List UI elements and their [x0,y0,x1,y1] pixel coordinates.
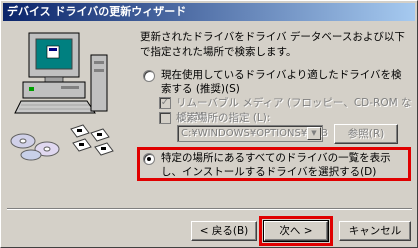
next-button[interactable]: 次へ > [263,220,329,242]
removable-media-checkbox[interactable]: ✓ [159,97,171,109]
title-bar: デバイス ドライバの更新ウィザード [3,3,415,21]
floppy-disk-icon [70,124,114,156]
cd-disc-icon [10,133,60,161]
search-radio[interactable] [143,70,155,82]
description-text: 更新されたドライバをドライバ データベースおよび以下で指定された場所で検索します… [140,31,405,58]
back-button-label: < 戻る(B) [199,225,249,237]
wizard-illustration [10,32,114,161]
list-option-label: 特定の場所にあるすべてのドライバの一覧を表示し、インストールするドライバを選択す… [161,152,391,178]
search-option[interactable]: 現在使用しているドライバより適したドライバを検索する (推奨)(S) [143,68,405,96]
location-checkbox[interactable] [159,112,171,124]
button-separator [7,208,412,210]
computer-icon [14,32,108,114]
cancel-button[interactable]: キャンセル [339,221,411,241]
next-button-label: 次へ > [279,225,313,237]
location-option[interactable]: 検索場所の指定 (L): [159,111,270,125]
search-option-label: 現在使用しているドライバより適したドライバを検索する (推奨)(S) [161,69,402,95]
location-label: 検索場所の指定 (L): [176,112,271,124]
wizard-window: デバイス ドライバの更新ウィザード 更新されたドライバをドライバ データベースお… [0,0,418,248]
list-option[interactable]: 特定の場所にあるすべてのドライバの一覧を表示し、インストールするドライバを選択す… [143,151,405,179]
location-path-combobox[interactable]: C:¥WINDOWS¥OPTIONS¥CAB ▼ [177,125,328,142]
back-button[interactable]: < 戻る(B) [191,221,257,241]
browse-button-label: 参照(R) [347,128,385,140]
browse-button[interactable]: 参照(R) [334,124,398,144]
location-path-value: C:¥WINDOWS¥OPTIONS¥CAB [181,128,328,139]
cancel-button-label: キャンセル [348,225,402,237]
list-radio[interactable] [143,153,155,165]
chevron-down-icon[interactable]: ▼ [307,127,321,140]
